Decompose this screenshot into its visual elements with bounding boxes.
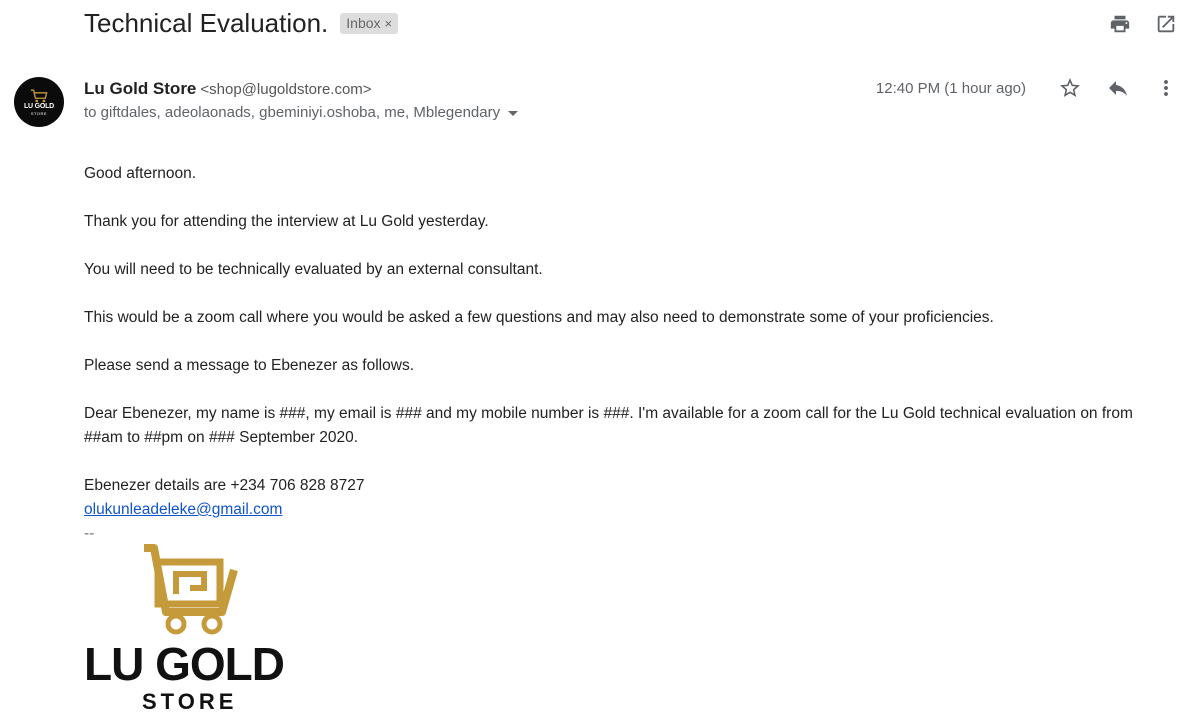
- recipients-line: to giftdales, adeolaonads, gbeminiyi.osh…: [84, 104, 519, 121]
- email-subject: Technical Evaluation.: [84, 8, 329, 38]
- message-actions: 12:40 PM (1 hour ago): [876, 76, 1178, 100]
- body-paragraph-5: Dear Ebenezer, my name is ###, my email …: [84, 405, 1133, 446]
- inbox-label-text: Inbox: [346, 15, 381, 31]
- signature-separator: --: [84, 525, 95, 542]
- sender-name[interactable]: Lu Gold Store: [84, 79, 196, 99]
- sender-line: Lu Gold Store <shop@lugoldstore.com>: [84, 79, 372, 99]
- recipients-text: to giftdales, adeolaonads, gbeminiyi.osh…: [84, 104, 501, 121]
- signature-logo-subtitle: STORE: [142, 689, 238, 714]
- cart-logo-icon: [30, 88, 48, 102]
- sender-avatar: LU GOLD STORE: [14, 77, 64, 127]
- body-contact-details: Ebenezer details are +234 706 828 8727: [84, 477, 365, 494]
- body-paragraph-1: Thank you for attending the interview at…: [84, 213, 489, 230]
- print-icon[interactable]: [1108, 12, 1132, 36]
- body-paragraph-2: You will need to be technically evaluate…: [84, 261, 543, 278]
- body-greeting: Good afternoon.: [84, 165, 197, 182]
- reply-icon[interactable]: [1106, 76, 1130, 100]
- timestamp: 12:40 PM (1 hour ago): [875, 79, 1026, 97]
- open-in-new-window-icon[interactable]: [1154, 12, 1178, 36]
- subject-row: Technical Evaluation. Inbox ×: [84, 8, 399, 39]
- top-actions: [1108, 12, 1178, 36]
- more-vertical-icon[interactable]: [1154, 76, 1178, 100]
- body-paragraph-3: This would be a zoom call where you woul…: [84, 309, 994, 326]
- star-icon[interactable]: [1058, 76, 1082, 100]
- show-details-dropdown-icon[interactable]: [508, 111, 519, 116]
- body-paragraph-4: Please send a message to Ebenezer as fol…: [84, 357, 414, 374]
- signature-logo-title: LU GOLD: [84, 638, 285, 690]
- avatar-brand-text: LU GOLD: [23, 102, 55, 110]
- email-body: Good afternoon. Thank you for attending …: [84, 162, 1164, 546]
- signature-logo: LU GOLD STORE: [84, 544, 300, 714]
- sender-email: <shop@lugoldstore.com>: [200, 81, 372, 98]
- remove-label-button[interactable]: ×: [385, 16, 393, 31]
- inbox-label-chip: Inbox ×: [340, 13, 399, 34]
- avatar-brand-subtext: STORE: [30, 110, 48, 116]
- contact-email-link[interactable]: olukunleadeleke@gmail.com: [84, 501, 282, 518]
